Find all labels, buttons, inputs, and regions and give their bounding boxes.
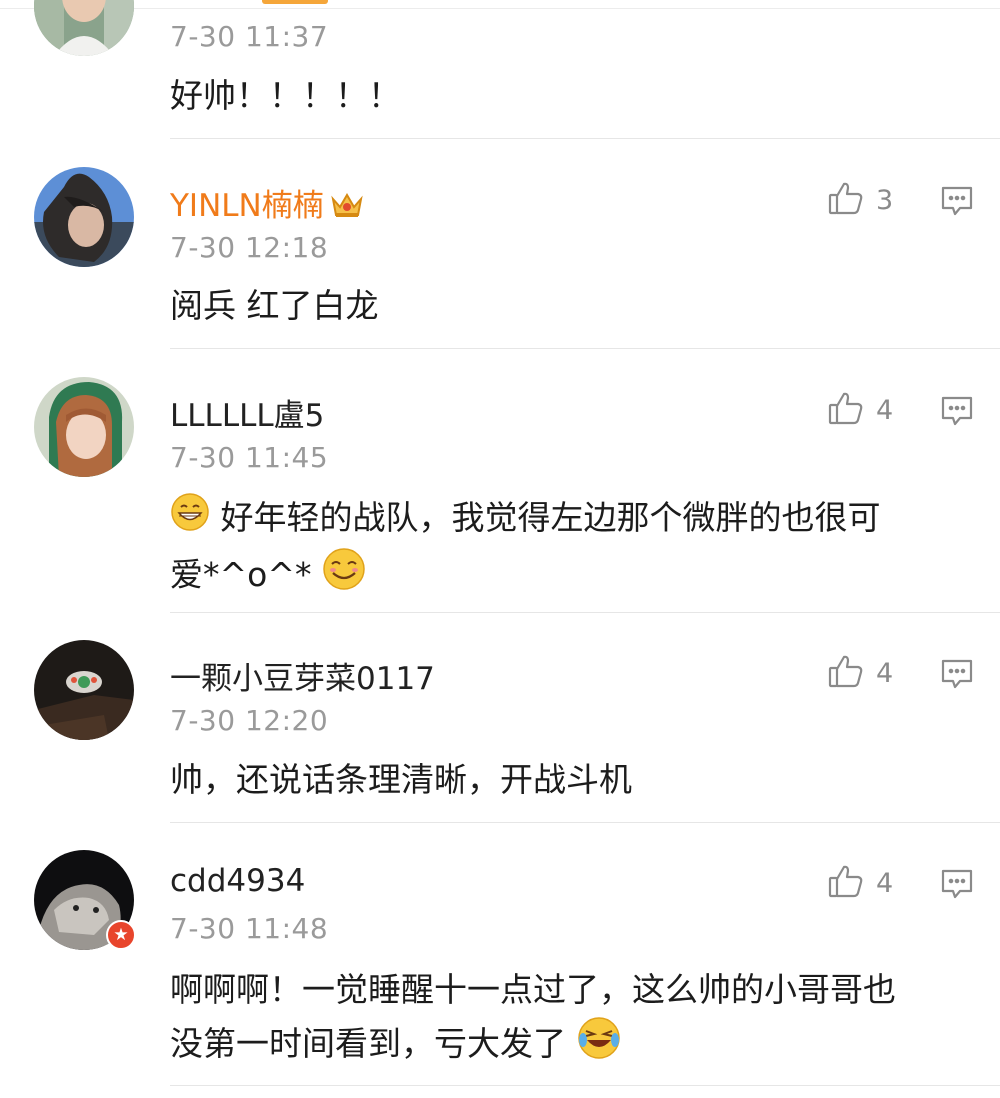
avatar[interactable] [34,167,134,267]
comment-icon [940,659,974,695]
comment-time: 7-30 11:37 [170,20,329,53]
thumbs-up-icon [828,180,864,220]
divider [170,612,1000,613]
smirk-emoji-icon [322,547,366,606]
comment-icon [940,186,974,222]
username[interactable]: YINLN楠楠 [170,180,364,227]
comment-icon [940,396,974,432]
comment-text: 帅，还说话条理清晰，开战斗机 [170,760,632,799]
reply-button[interactable] [940,394,974,432]
grin-emoji-icon [170,492,210,547]
divider [170,138,1000,139]
divider [170,348,1000,349]
reply-button[interactable] [940,657,974,695]
like-count: 3 [876,184,894,216]
avatar[interactable] [34,0,134,56]
comment-text: 好帅！！！！！ [170,76,401,115]
reply-button[interactable] [940,867,974,905]
comment-text: 啊啊啊！一觉睡醒十一点过了，这么帅的小哥哥也 没第一时间看到，亏大发了 [170,964,970,1075]
divider [170,822,1000,823]
like-count: 4 [876,394,894,426]
like-button[interactable]: 4 [828,863,893,903]
comment-time: 7-30 12:18 [170,231,329,264]
like-button[interactable]: 4 [828,390,893,430]
thumbs-up-icon [828,863,864,903]
top-badge [262,0,328,4]
laugh-cry-emoji-icon [577,1016,621,1075]
username-text[interactable]: YINLN楠楠 [170,188,324,224]
verified-badge-icon: ★ [106,920,136,950]
comment-time: 7-30 11:45 [170,441,329,474]
like-count: 4 [876,657,894,689]
comment-text: 好年轻的战队，我觉得左边那个微胖的也很可 爱*^o^* [170,492,970,606]
vip-crown-icon [330,189,364,227]
like-button[interactable]: 4 [828,653,893,693]
thumbs-up-icon [828,390,864,430]
username[interactable]: cdd4934 [170,863,305,899]
comment-text-line2: 没第一时间看到，亏大发了 [170,1024,566,1063]
avatar[interactable] [34,377,134,477]
divider [170,1085,1000,1086]
comment-icon [940,869,974,905]
comment-text-line1: 好年轻的战队，我觉得左边那个微胖的也很可 [220,498,881,537]
username[interactable]: 一颗小豆芽菜0117 [170,653,435,698]
comment-time: 7-30 11:48 [170,912,329,945]
comment-text-line1: 啊啊啊！一觉睡醒十一点过了，这么帅的小哥哥也 [170,970,896,1009]
reply-button[interactable] [940,184,974,222]
like-count: 4 [876,867,894,899]
comment-text-line2: 爱*^o^* [170,555,312,594]
username[interactable]: LLLLLL盧5 [170,390,324,435]
avatar[interactable] [34,640,134,740]
top-divider [0,8,1000,9]
comment-time: 7-30 12:20 [170,704,329,737]
comment-text: 阅兵 红了白龙 [170,286,379,325]
like-button[interactable]: 3 [828,180,893,220]
thumbs-up-icon [828,653,864,693]
